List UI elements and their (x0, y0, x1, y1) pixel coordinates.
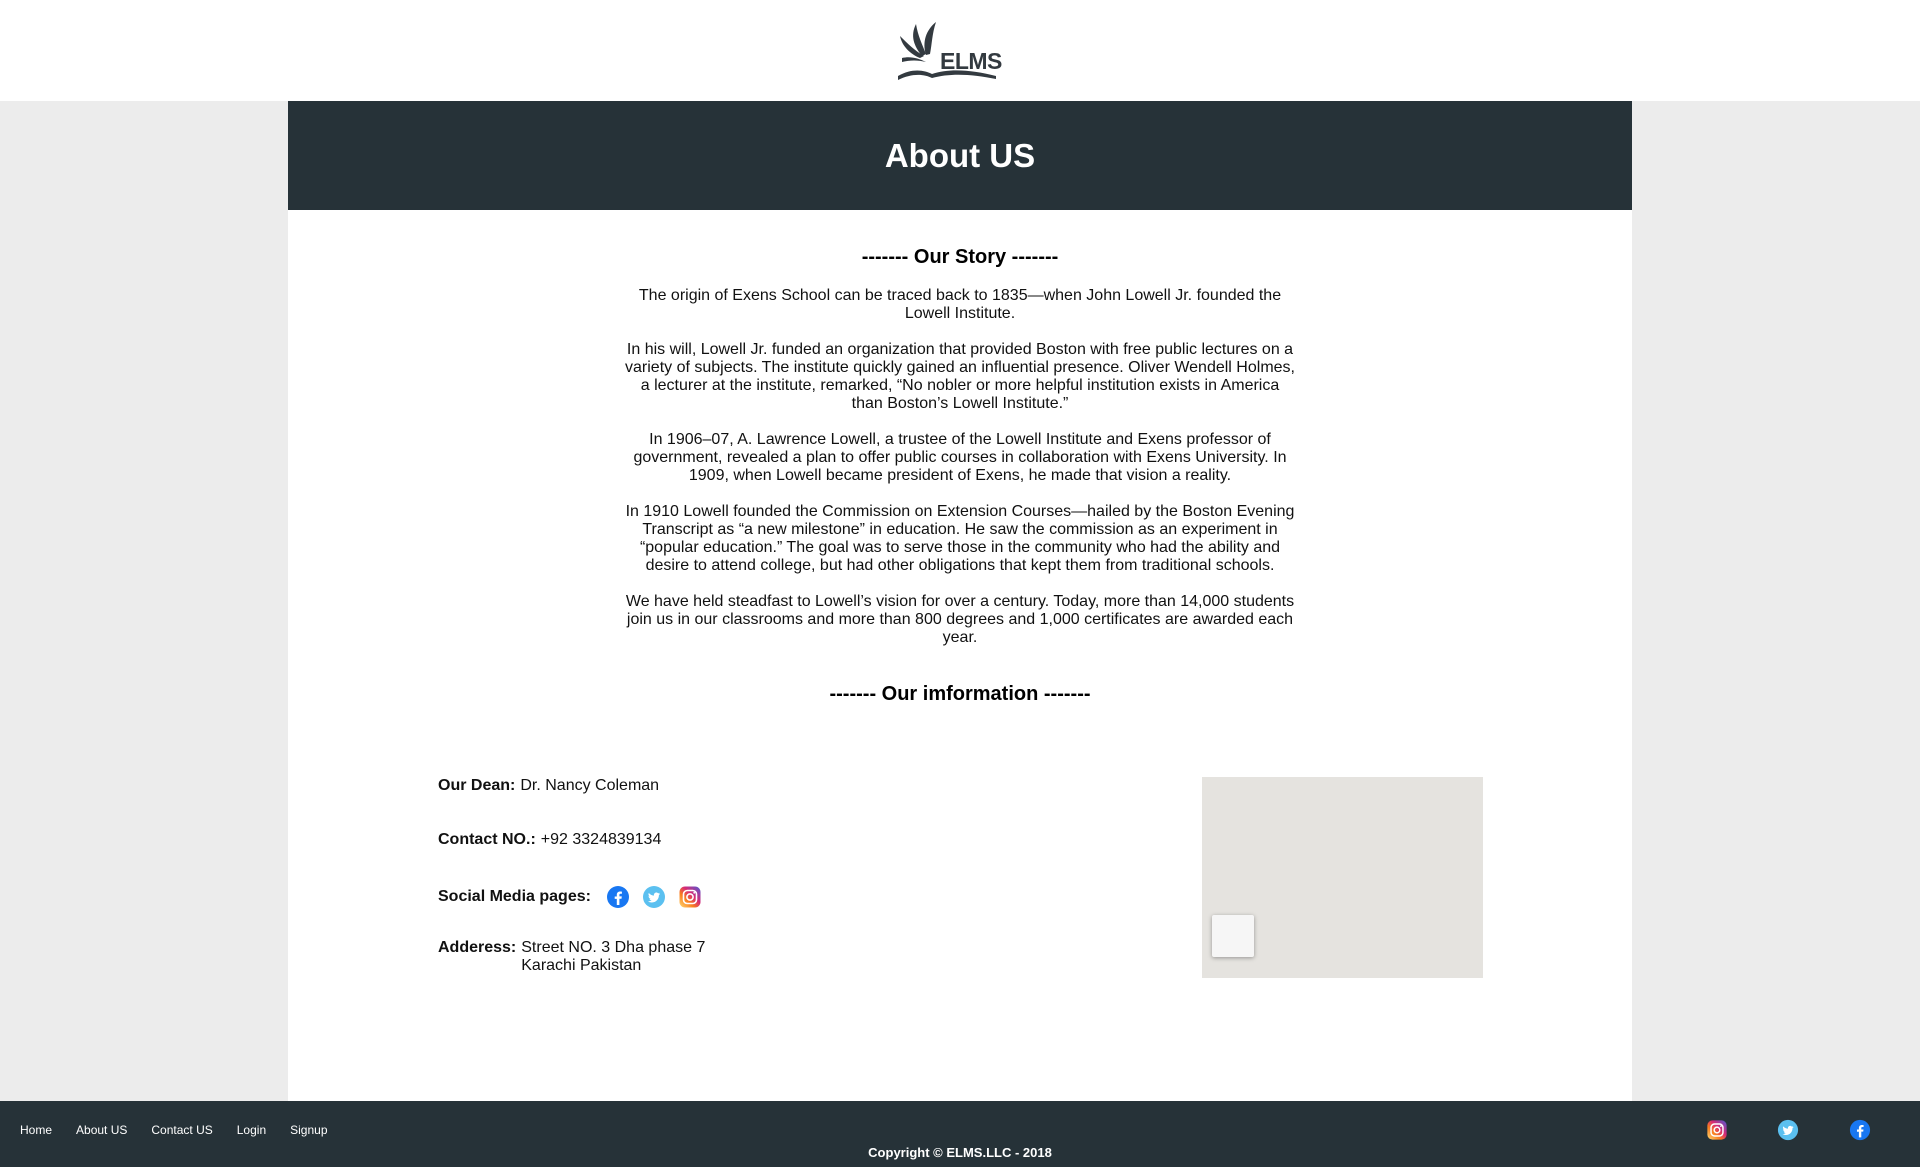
top-header: ELMS (0, 0, 1920, 101)
elms-logo[interactable]: ELMS (896, 18, 1002, 82)
story-paragraph: In 1910 Lowell founded the Commission on… (625, 503, 1295, 574)
address-label: Adderess: (438, 939, 517, 956)
contact-row: Contact NO.: +92 3324839134 (438, 831, 661, 849)
story-paragraph: In his will, Lowell Jr. funded an organi… (625, 341, 1295, 412)
address-line: Karachi Pakistan (521, 957, 642, 974)
twitter-icon[interactable] (642, 885, 666, 909)
dean-label: Our Dean: (438, 777, 516, 794)
story-text: The origin of Exens School can be traced… (623, 287, 1297, 665)
page-banner: About US (288, 101, 1632, 210)
facebook-icon[interactable] (606, 885, 630, 909)
page-title: About US (884, 136, 1036, 174)
copyright-text: Copyright © ELMS.LLC - 2018 (868, 1145, 1052, 1160)
footer-social-icons (0, 1119, 1920, 1141)
footer: Home About US Contact US Login Signup Co… (0, 1101, 1920, 1167)
address-value: Street NO. 3 Dha phase 7 Karachi Pakista… (521, 939, 705, 975)
social-row: Social Media pages: (438, 885, 702, 909)
twitter-icon[interactable] (1777, 1119, 1799, 1141)
dean-row: Our Dean: Dr. Nancy Coleman (438, 777, 659, 795)
our-story-heading: ------- Our Story ------- (861, 246, 1059, 268)
address-line: Street NO. 3 Dha phase 7 (521, 939, 706, 956)
instagram-icon[interactable] (1706, 1119, 1728, 1141)
contact-value: +92 3324839134 (540, 831, 662, 848)
logo-book-base (932, 70, 996, 79)
main-content: About US ------- Our Story ------- The o… (288, 101, 1632, 1101)
facebook-icon[interactable] (1849, 1119, 1871, 1141)
social-icons (606, 885, 702, 909)
map-control-button[interactable] (1212, 915, 1254, 957)
our-information-heading: ------- Our imformation ------- (829, 683, 1091, 705)
instagram-icon[interactable] (678, 885, 702, 909)
social-label: Social Media pages: (438, 888, 591, 905)
address-row: Adderess: Street NO. 3 Dha phase 7 Karac… (438, 939, 705, 975)
map-embed[interactable] (1202, 777, 1483, 978)
story-paragraph: We have held steadfast to Lowell’s visio… (625, 593, 1295, 646)
story-paragraph: In 1906–07, A. Lawrence Lowell, a truste… (633, 431, 1287, 484)
story-paragraph: The origin of Exens School can be traced… (638, 287, 1282, 322)
contact-label: Contact NO.: (438, 831, 536, 848)
dean-value: Dr. Nancy Coleman (520, 777, 660, 794)
